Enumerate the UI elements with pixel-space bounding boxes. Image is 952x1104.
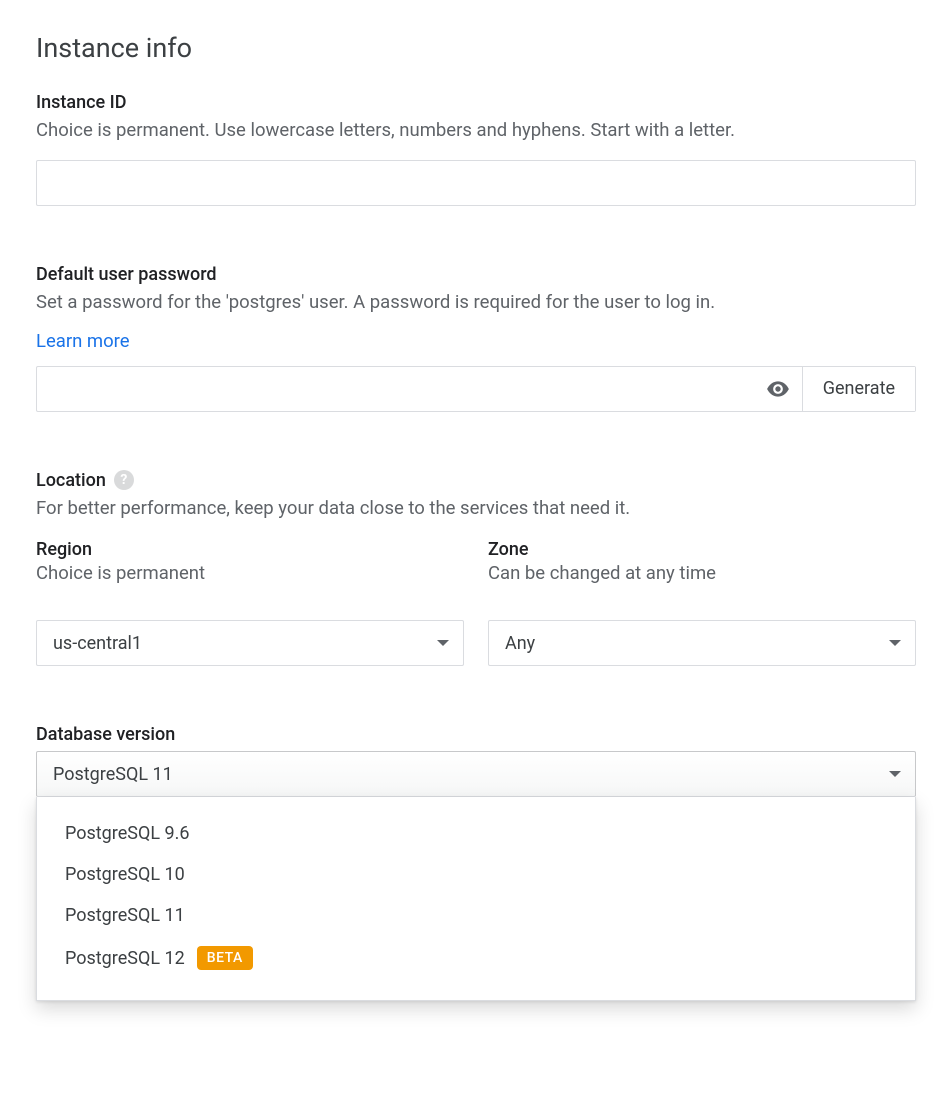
chevron-down-icon [437, 640, 449, 646]
db-version-dropdown: PostgreSQL 9.6 PostgreSQL 10 PostgreSQL 11… [36, 797, 916, 1001]
instance-id-label: Instance ID [36, 92, 916, 113]
zone-help: Can be changed at any time [488, 562, 916, 584]
region-select[interactable]: us-central1 [36, 620, 464, 666]
db-version-option[interactable]: PostgreSQL 11 [37, 895, 915, 936]
db-version-option-label: PostgreSQL 11 [65, 905, 185, 926]
eye-icon [765, 376, 791, 402]
page-title: Instance info [36, 32, 916, 64]
location-group: Location ? For better performance, keep … [36, 470, 916, 667]
password-group: Default user password Set a password for… [36, 264, 916, 412]
region-col: Region Choice is permanent us-central1 [36, 539, 464, 666]
help-icon[interactable]: ? [114, 470, 134, 490]
db-version-option-label: PostgreSQL 9.6 [65, 823, 189, 844]
location-help: For better performance, keep your data c… [36, 495, 916, 522]
db-version-option-label: PostgreSQL 10 [65, 864, 185, 885]
password-learn-more-link[interactable]: Learn more [36, 330, 130, 352]
password-row: Generate [36, 366, 916, 412]
db-version-label: Database version [36, 724, 916, 745]
db-version-option[interactable]: PostgreSQL 12 BETA [37, 936, 915, 980]
region-value: us-central1 [53, 633, 142, 654]
zone-col: Zone Can be changed at any time Any [488, 539, 916, 666]
chevron-down-icon [889, 640, 901, 646]
db-version-value: PostgreSQL 11 [53, 764, 173, 785]
instance-id-input[interactable] [36, 160, 916, 206]
instance-id-help: Choice is permanent. Use lowercase lette… [36, 117, 916, 144]
db-version-group: Database version PostgreSQL 11 PostgreSQ… [36, 724, 916, 1001]
db-version-option[interactable]: PostgreSQL 10 [37, 854, 915, 895]
region-help: Choice is permanent [36, 562, 464, 584]
instance-id-group: Instance ID Choice is permanent. Use low… [36, 92, 916, 206]
generate-password-button[interactable]: Generate [802, 367, 915, 411]
zone-label: Zone [488, 539, 916, 560]
location-label: Location ? [36, 470, 916, 491]
password-help: Set a password for the 'postgres' user. … [36, 289, 916, 316]
beta-badge: BETA [197, 946, 253, 970]
password-label: Default user password [36, 264, 916, 285]
zone-select[interactable]: Any [488, 620, 916, 666]
password-input[interactable] [37, 367, 754, 411]
zone-value: Any [505, 633, 535, 654]
db-version-option[interactable]: PostgreSQL 9.6 [37, 813, 915, 854]
db-version-option-label: PostgreSQL 12 [65, 948, 185, 969]
chevron-down-icon [889, 771, 901, 777]
location-label-text: Location [36, 470, 106, 491]
db-version-select[interactable]: PostgreSQL 11 [36, 751, 916, 797]
location-row: Region Choice is permanent us-central1 Z… [36, 539, 916, 666]
region-label: Region [36, 539, 464, 560]
password-visibility-toggle[interactable] [754, 367, 802, 411]
